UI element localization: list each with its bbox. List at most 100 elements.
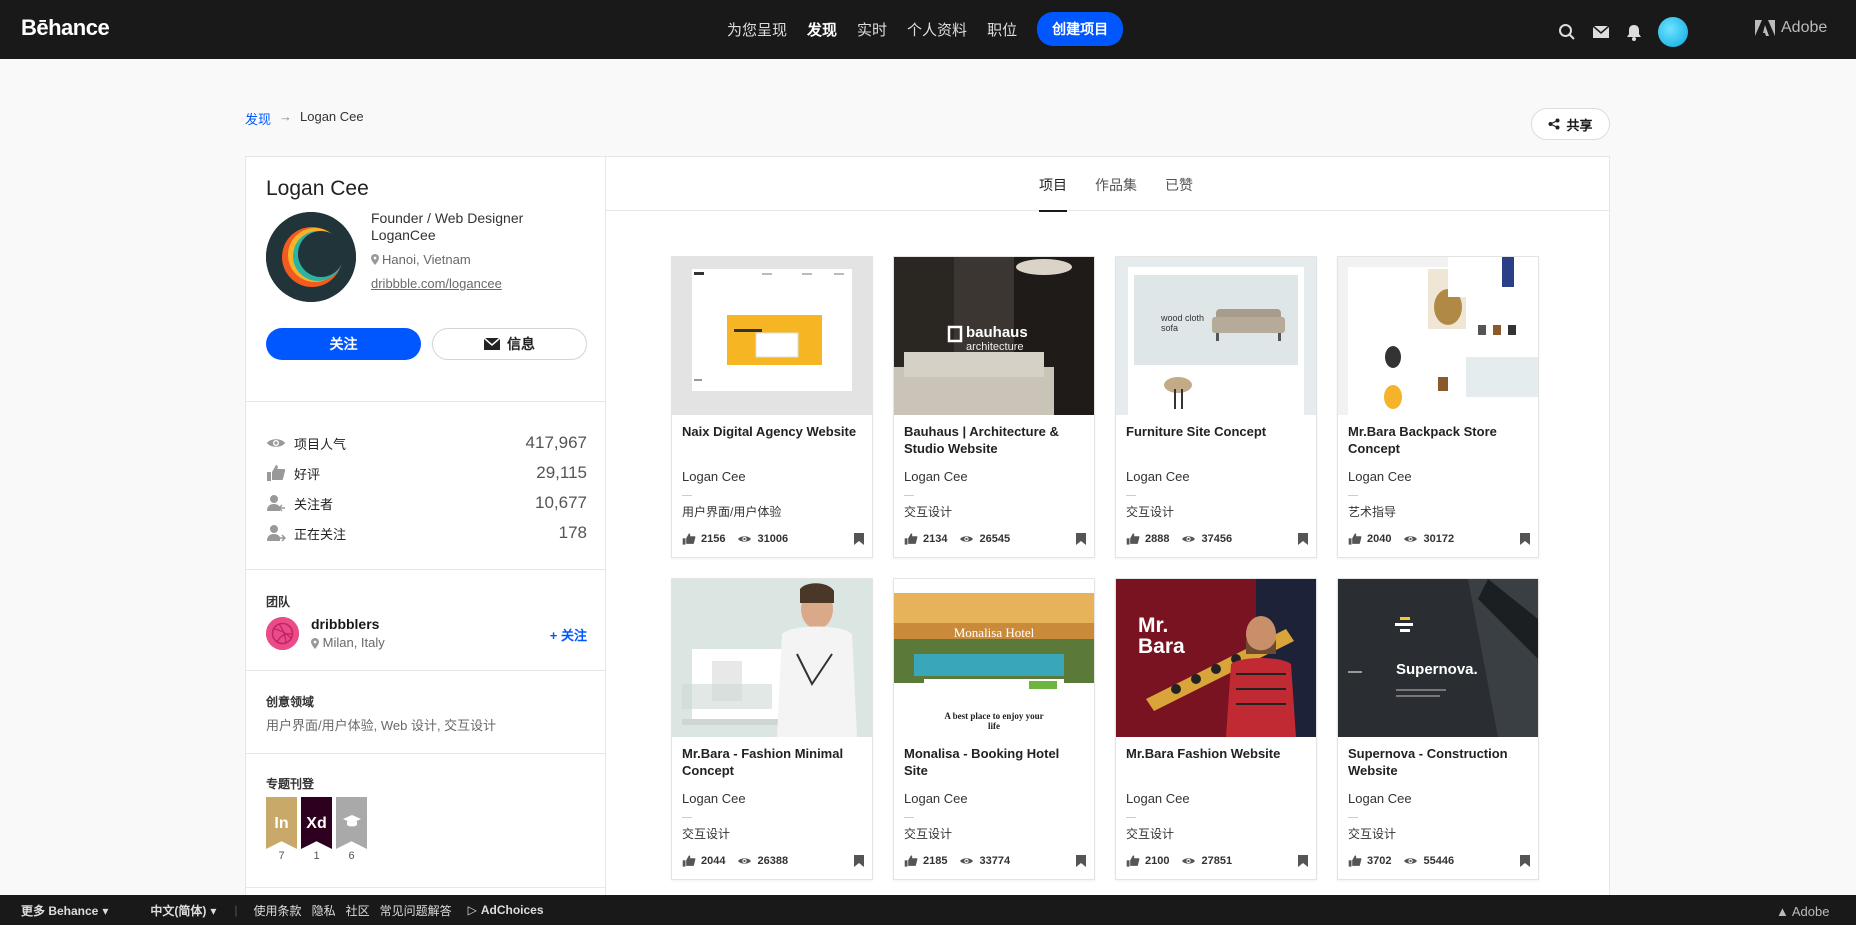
project-field[interactable]: 交互设计 xyxy=(904,503,952,520)
project-card[interactable]: bauhaus architecture Bauhaus | Architect… xyxy=(893,256,1095,558)
bookmark-icon[interactable] xyxy=(1298,855,1308,867)
behance-logo[interactable]: Bēhance xyxy=(21,15,110,41)
thumbs-up-icon[interactable] xyxy=(904,533,918,545)
project-owner[interactable]: Logan Cee xyxy=(682,469,746,484)
breadcrumb-discover[interactable]: 发现 xyxy=(245,109,271,128)
thumbs-up-icon[interactable] xyxy=(1348,533,1362,545)
project-card[interactable]: Mr. Bara Mr.Bara Fashion Website Logan C… xyxy=(1115,578,1317,880)
thumbs-up-icon[interactable] xyxy=(682,533,696,545)
footer-more-behance[interactable]: 更多 Behance ▾ xyxy=(21,902,108,919)
project-field[interactable]: 交互设计 xyxy=(682,825,730,842)
project-owner[interactable]: Logan Cee xyxy=(1126,791,1190,806)
project-thumbnail[interactable]: Supernova. xyxy=(1338,579,1538,737)
project-title[interactable]: Furniture Site Concept xyxy=(1126,423,1308,440)
bookmark-icon[interactable] xyxy=(1076,855,1086,867)
tab-appreciated[interactable]: 已赞 xyxy=(1165,157,1193,211)
bookmark-icon[interactable] xyxy=(854,533,864,545)
bookmark-icon[interactable] xyxy=(1298,533,1308,545)
views-count: 27851 xyxy=(1201,855,1233,867)
project-owner[interactable]: Logan Cee xyxy=(1126,469,1190,484)
project-field[interactable]: 交互设计 xyxy=(1126,825,1174,842)
eye-icon xyxy=(267,439,285,447)
xd-badge[interactable]: Xd 1 xyxy=(301,797,332,862)
search-icon[interactable] xyxy=(1558,23,1576,41)
team-avatar[interactable] xyxy=(266,617,299,650)
bookmark-icon[interactable] xyxy=(1520,533,1530,545)
tab-projects[interactable]: 项目 xyxy=(1039,157,1067,212)
project-card[interactable]: Mr.Bara Backpack Store Concept Logan Cee… xyxy=(1337,256,1539,558)
nav-discover[interactable]: 发现 xyxy=(807,19,837,40)
message-button[interactable]: 信息 xyxy=(432,328,587,360)
project-title[interactable]: Supernova - Construction Website xyxy=(1348,745,1530,779)
project-thumbnail[interactable]: Mr. Bara xyxy=(1116,579,1316,737)
footer-link-faq[interactable]: 常见问题解答 xyxy=(380,902,452,919)
bookmark-icon[interactable] xyxy=(854,855,864,867)
project-thumbnail[interactable] xyxy=(1338,257,1538,415)
profile-website-link[interactable]: dribbble.com/logancee xyxy=(371,275,523,292)
bookmark-icon[interactable] xyxy=(1520,855,1530,867)
nav-for-you[interactable]: 为您呈现 xyxy=(727,19,787,40)
footer-adchoices[interactable]: ▷ AdChoices xyxy=(468,903,544,917)
adobe-link[interactable]: Adobe xyxy=(1755,19,1827,37)
stats-list: 项目人气 417,967 好评 29,115 关注者 10,677 正在关注 1… xyxy=(266,428,587,548)
project-field[interactable]: 艺术指导 xyxy=(1348,503,1396,520)
thumbs-up-icon[interactable] xyxy=(1126,855,1140,867)
thumbs-up-icon[interactable] xyxy=(682,855,696,867)
project-owner[interactable]: Logan Cee xyxy=(1348,791,1412,806)
share-button[interactable]: 共享 xyxy=(1531,108,1610,140)
create-project-button[interactable]: 创建项目 xyxy=(1037,12,1124,46)
nav-jobs[interactable]: 职位 xyxy=(987,19,1017,40)
project-thumbnail[interactable] xyxy=(672,257,872,415)
project-field[interactable]: 交互设计 xyxy=(1348,825,1396,842)
tab-moodboards[interactable]: 作品集 xyxy=(1095,157,1137,211)
project-owner[interactable]: Logan Cee xyxy=(904,469,968,484)
project-owner[interactable]: Logan Cee xyxy=(682,791,746,806)
project-card[interactable]: Mr.Bara - Fashion Minimal Concept Logan … xyxy=(671,578,873,880)
project-thumbnail[interactable]: Monalisa Hotel A best place to enjoy you… xyxy=(894,579,1094,737)
project-card[interactable]: wood cloth sofa Furniture Site Concept L… xyxy=(1115,256,1317,558)
project-title[interactable]: Mr.Bara Fashion Website xyxy=(1126,745,1308,762)
team-name[interactable]: dribbblers xyxy=(311,616,379,632)
bookmark-icon[interactable] xyxy=(1076,533,1086,545)
footer-link-community[interactable]: 社区 xyxy=(346,902,370,919)
project-stats: 3702 55446 xyxy=(1348,855,1530,867)
bell-icon[interactable] xyxy=(1626,24,1642,41)
top-bar: Bēhance 为您呈现 发现 实时 个人资料 职位 创建项目 Adobe xyxy=(0,0,1856,59)
location-pin-icon xyxy=(371,254,379,265)
project-field[interactable]: 用户界面/用户体验 xyxy=(682,503,781,520)
nav-live[interactable]: 实时 xyxy=(857,19,887,40)
footer-language-select[interactable]: 中文(简体) ▾ xyxy=(150,902,216,919)
project-owner[interactable]: Logan Cee xyxy=(1348,469,1412,484)
thumbs-up-icon[interactable] xyxy=(1126,533,1140,545)
team-follow-button[interactable]: + 关注 xyxy=(550,625,587,644)
indesign-badge[interactable]: In 7 xyxy=(266,797,297,862)
divider xyxy=(246,753,605,754)
thumbs-up-icon[interactable] xyxy=(1348,855,1362,867)
team-item: dribbblers Milan, Italy + 关注 xyxy=(266,614,587,654)
profile-avatar[interactable] xyxy=(266,212,356,302)
follow-button[interactable]: 关注 xyxy=(266,328,421,360)
project-title[interactable]: Monalisa - Booking Hotel Site xyxy=(904,745,1086,779)
mail-icon[interactable] xyxy=(1592,25,1610,39)
nav-profile[interactable]: 个人资料 xyxy=(907,19,967,40)
school-badge[interactable]: 6 xyxy=(336,797,367,862)
project-field[interactable]: 交互设计 xyxy=(904,825,952,842)
footer-link-terms[interactable]: 使用条款 xyxy=(254,902,302,919)
footer-link-privacy[interactable]: 隐私 xyxy=(312,902,336,919)
user-avatar[interactable] xyxy=(1658,17,1688,47)
project-thumbnail[interactable]: wood cloth sofa xyxy=(1116,257,1316,415)
project-thumbnail[interactable]: bauhaus architecture xyxy=(894,257,1094,415)
project-card[interactable]: Naix Digital Agency Website Logan Cee 用户… xyxy=(671,256,873,558)
project-owner[interactable]: Logan Cee xyxy=(904,791,968,806)
project-thumbnail[interactable] xyxy=(672,579,872,737)
profile-location: Hanoi, Vietnam xyxy=(371,251,523,268)
project-title[interactable]: Mr.Bara - Fashion Minimal Concept xyxy=(682,745,864,779)
project-card[interactable]: Supernova. Supernova - Construction Webs… xyxy=(1337,578,1539,880)
project-title[interactable]: Naix Digital Agency Website xyxy=(682,423,864,440)
thumbs-up-icon[interactable] xyxy=(904,855,918,867)
project-field[interactable]: 交互设计 xyxy=(1126,503,1174,520)
project-title[interactable]: Bauhaus | Architecture & Studio Website xyxy=(904,423,1086,457)
project-title[interactable]: Mr.Bara Backpack Store Concept xyxy=(1348,423,1530,457)
footer-adobe-link[interactable]: ▲ Adobe xyxy=(1776,904,1829,919)
project-card[interactable]: Monalisa Hotel A best place to enjoy you… xyxy=(893,578,1095,880)
